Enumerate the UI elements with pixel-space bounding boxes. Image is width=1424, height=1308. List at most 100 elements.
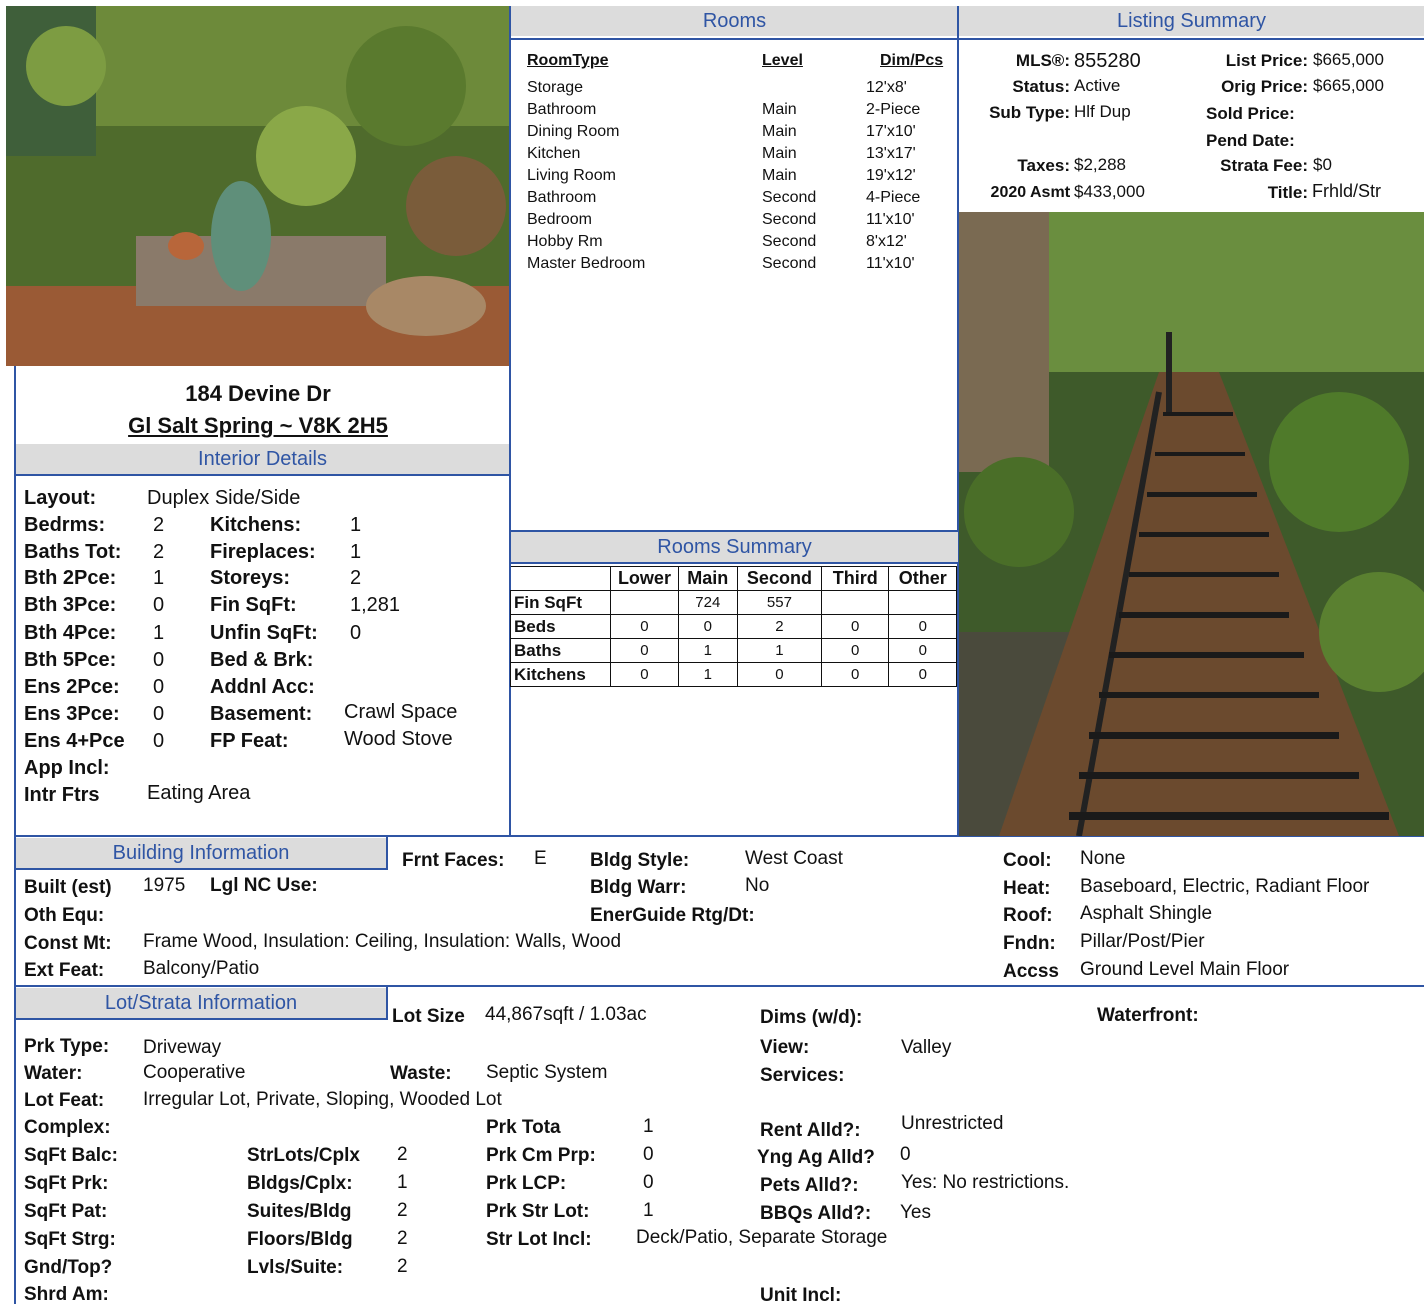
rooms-summary-row: Beds 0 0 2 0 0	[509, 614, 957, 639]
frame-line	[509, 530, 958, 532]
app-incl-label: App Incl:	[24, 757, 110, 779]
rooms-summary-col: Third	[820, 566, 890, 591]
rooms-summary-cell: 2	[736, 614, 822, 639]
frame-line	[14, 985, 1424, 987]
unfin-sqft-value: 0	[350, 622, 362, 644]
rooms-summary-cell: 0	[888, 638, 957, 663]
kitchens-label: Kitchens:	[210, 514, 302, 536]
rooms-summary-cell: 0	[736, 662, 822, 687]
rooms-summary-header-row: Lower Main Second Third Other	[510, 566, 957, 591]
services-label: Services:	[760, 1065, 845, 1086]
sold-price-label: Sold Price:	[1206, 104, 1295, 123]
fin-sqft-label: Fin SqFt:	[210, 594, 297, 616]
mls-label: MLS®:	[1015, 51, 1070, 70]
prk-tota-label: Prk Tota	[486, 1117, 561, 1138]
bed-brk-label: Bed & Brk:	[210, 649, 314, 671]
sqft-strg-label: SqFt Strg:	[24, 1229, 116, 1250]
yng-label: Yng Ag Alld?	[757, 1147, 875, 1168]
address-line2: Gl Salt Spring ~ V8K 2H5	[128, 413, 388, 438]
bth2-value: 1	[153, 567, 165, 589]
complex-label: Complex:	[24, 1117, 111, 1138]
ext-value: Balcony/Patio	[143, 958, 260, 979]
rooms-summary-cell: 724	[677, 590, 738, 615]
addnl-acc-label: Addnl Acc:	[210, 676, 315, 698]
title-value: Frhld/Str	[1312, 181, 1382, 201]
room-level: Main	[762, 123, 797, 140]
rent-value: Unrestricted	[901, 1113, 1004, 1134]
prk-str-label: Prk Str Lot:	[486, 1201, 590, 1222]
room-dim: 2-Piece	[866, 101, 921, 118]
rooms-summary-col: Main	[677, 566, 738, 591]
room-dim: 17'x10'	[866, 123, 916, 140]
unit-incl-label: Unit Incl:	[760, 1285, 842, 1306]
prk-tota-value: 1	[643, 1116, 654, 1137]
room-type: Bedroom	[527, 211, 592, 228]
fin-sqft-value: 1,281	[350, 594, 401, 616]
frnt-faces-value: E	[534, 848, 547, 869]
dims-label: Dims (w/d):	[760, 1007, 863, 1028]
frame-line	[14, 474, 510, 476]
rooms-summary-row-label: Beds	[509, 614, 612, 639]
ens3-label: Ens 3Pce:	[24, 703, 120, 725]
frame-line	[957, 38, 1424, 40]
bedrms-label: Bedrms:	[24, 514, 106, 536]
sqft-balc-label: SqFt Balc:	[24, 1145, 118, 1166]
lot-feat-value: Irregular Lot, Private, Sloping, Wooded …	[143, 1089, 502, 1110]
rooms-summary-cell: 1	[677, 638, 738, 663]
basement-label: Basement:	[210, 703, 313, 725]
energuide-label: EnerGuide Rtg/Dt:	[590, 905, 755, 926]
floors-label: Floors/Bldg	[247, 1229, 353, 1250]
roof-value: Asphalt Shingle	[1080, 903, 1213, 924]
rooms-summary-cell: 0	[610, 614, 679, 639]
room-level: Main	[762, 145, 797, 162]
lot-size-value: 44,867sqft / 1.03ac	[485, 1004, 647, 1025]
status-value: Active	[1074, 76, 1121, 95]
frame-line	[386, 836, 388, 870]
rooms-summary-cell	[610, 590, 679, 615]
bth3-value: 0	[153, 594, 165, 616]
waste-label: Waste:	[390, 1063, 452, 1084]
room-type: Master Bedroom	[527, 255, 646, 272]
heat-value: Baseboard, Electric, Radiant Floor	[1080, 876, 1370, 897]
lot-header: Lot/Strata Information	[16, 988, 386, 1018]
address-line1: 184 Devine Dr	[185, 381, 331, 406]
ext-label: Ext Feat:	[24, 960, 105, 981]
room-type: Dining Room	[527, 123, 620, 140]
baths-tot-value: 2	[153, 541, 165, 563]
rooms-summary-col: Second	[736, 566, 822, 591]
sqft-prk-label: SqFt Prk:	[24, 1173, 109, 1194]
subtype-value: Hlf Dup	[1074, 102, 1131, 121]
rooms-summary-cell: 1	[677, 662, 738, 687]
asmt-value: $433,000	[1074, 182, 1145, 201]
const-value: Frame Wood, Insulation: Ceiling, Insulat…	[143, 931, 622, 952]
rooms-summary-cell: 0	[610, 662, 679, 687]
room-dim: 11'x10'	[866, 211, 915, 228]
lot-size-label: Lot Size	[392, 1006, 465, 1027]
strlots-value: 2	[397, 1144, 408, 1165]
room-dim: 8'x12'	[866, 233, 907, 250]
room-level: Main	[762, 101, 797, 118]
heat-label: Heat:	[1003, 878, 1051, 899]
taxes-label: Taxes:	[1017, 156, 1070, 175]
bldgs-label: Bldgs/Cplx:	[247, 1173, 353, 1194]
strlots-label: StrLots/Cplx	[247, 1145, 360, 1166]
frame-line	[509, 562, 958, 564]
room-level: Second	[762, 233, 817, 250]
ens3-value: 0	[153, 703, 165, 725]
bth5-label: Bth 5Pce:	[24, 649, 117, 671]
room-type: Bathroom	[527, 101, 597, 118]
bth4-value: 1	[153, 622, 165, 644]
shrd-am-label: Shrd Am:	[24, 1284, 109, 1305]
built-label: Built (est)	[24, 877, 112, 898]
view-label: View:	[760, 1037, 810, 1058]
subtype-label: Sub Type:	[989, 103, 1070, 122]
unfin-sqft-label: Unfin SqFt:	[210, 622, 318, 644]
rooms-summary-cell: 0	[610, 638, 679, 663]
waste-value: Septic System	[486, 1062, 608, 1083]
asmt-label: 2020 Asmt	[990, 184, 1070, 201]
rooms-summary-cell	[888, 590, 957, 615]
intr-ftrs-value: Eating Area	[147, 782, 251, 804]
built-value: 1975	[143, 875, 186, 896]
water-label: Water:	[24, 1063, 83, 1084]
ens4-label: Ens 4+Pce	[24, 730, 125, 752]
